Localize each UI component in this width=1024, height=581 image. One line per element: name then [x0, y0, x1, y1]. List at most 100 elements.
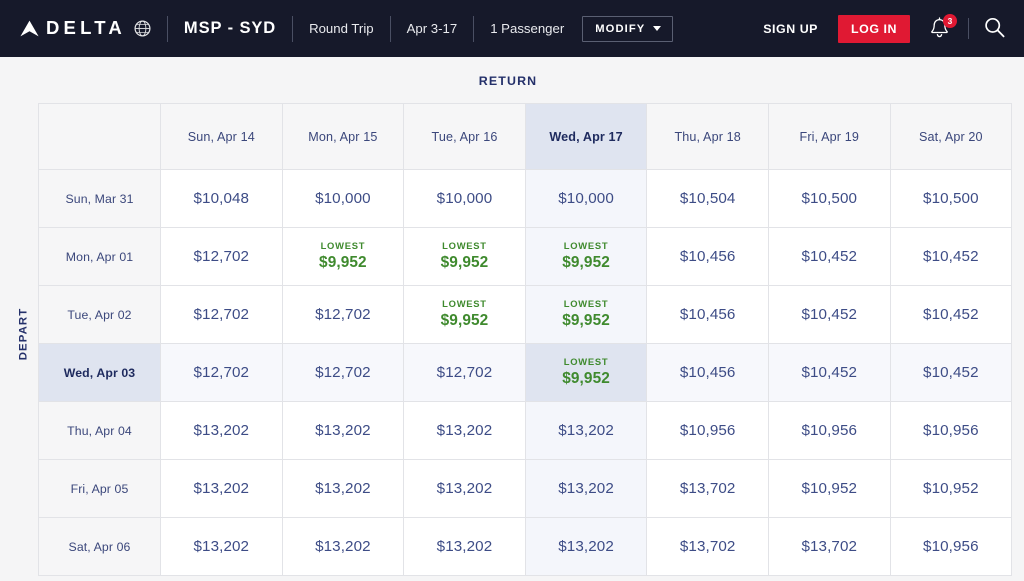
fare-cell[interactable]: LOWEST $9,952: [403, 285, 526, 344]
fare-cell[interactable]: $13,702: [646, 459, 769, 518]
fare-cell[interactable]: $13,202: [281, 401, 405, 460]
fare-price: $10,452: [801, 363, 858, 381]
fare-price: $12,702: [193, 305, 250, 323]
return-date-header-6[interactable]: Fri, Apr 19: [767, 103, 891, 170]
lowest-fare-tag: LOWEST: [442, 298, 487, 310]
fare-cell[interactable]: $10,456: [646, 285, 769, 344]
modify-search-button[interactable]: MODIFY: [582, 15, 674, 42]
fare-cell[interactable]: $12,702: [281, 343, 405, 402]
return-date-header-7[interactable]: Sat, Apr 20: [889, 103, 1013, 170]
notifications-button[interactable]: 3: [929, 14, 957, 40]
fare-price: $13,702: [679, 537, 736, 555]
passenger-count-label: 1 Passenger: [490, 21, 565, 36]
fare-price: $13,202: [315, 537, 371, 555]
fare-cell[interactable]: $10,452: [889, 285, 1013, 344]
fare-cell[interactable]: $13,202: [160, 401, 283, 460]
fare-row: Sat, Apr 06 $13,202 $13,202 $13,202 $13,202 $…: [38, 517, 1013, 576]
fare-price: $13,202: [193, 537, 250, 555]
fare-cell[interactable]: $10,456: [646, 227, 769, 286]
return-date-header-2[interactable]: Mon, Apr 15: [281, 103, 405, 170]
fare-cell[interactable]: $13,202: [524, 459, 648, 518]
depart-date-header-5[interactable]: Thu, Apr 04: [38, 401, 161, 460]
fare-price: $10,956: [679, 421, 736, 439]
fare-cell[interactable]: $13,202: [403, 401, 526, 460]
fare-cell[interactable]: $13,202: [281, 459, 405, 518]
fare-price: $9,952: [319, 253, 367, 271]
fare-cell[interactable]: $10,956: [889, 401, 1013, 460]
fare-cell[interactable]: LOWEST $9,952: [524, 285, 648, 344]
fare-cell[interactable]: $12,702: [160, 343, 283, 402]
search-button[interactable]: [983, 16, 1006, 42]
fare-price: $10,952: [923, 479, 979, 497]
delta-widget-triangle-icon: [20, 20, 39, 37]
depart-axis-label-text: DEPART: [17, 307, 29, 361]
return-date-header-4[interactable]: Wed, Apr 17: [524, 103, 648, 170]
fare-price: $10,452: [801, 305, 858, 323]
lowest-fare-tag: LOWEST: [442, 240, 487, 252]
fare-cell[interactable]: $13,202: [524, 517, 648, 576]
fare-price: $10,500: [923, 189, 979, 207]
fare-price: $10,000: [436, 189, 493, 207]
fare-cell[interactable]: $10,500: [767, 169, 891, 228]
fare-cell[interactable]: $12,702: [160, 227, 283, 286]
delta-logo[interactable]: DELTA: [20, 19, 151, 38]
fare-cell[interactable]: $10,452: [767, 227, 891, 286]
fare-cell[interactable]: $13,202: [160, 459, 283, 518]
depart-date-header-3[interactable]: Tue, Apr 02: [38, 285, 161, 344]
depart-date-header-6[interactable]: Fri, Apr 05: [38, 459, 161, 518]
fare-cell[interactable]: $10,456: [646, 343, 769, 402]
fare-price: $10,048: [193, 189, 250, 207]
fare-cell[interactable]: $10,956: [646, 401, 769, 460]
fare-cell[interactable]: $10,452: [889, 343, 1013, 402]
log-in-button[interactable]: LOG IN: [838, 14, 910, 43]
fare-price: $13,702: [801, 537, 858, 555]
fare-cell[interactable]: $10,048: [160, 169, 283, 228]
fare-price: $9,952: [562, 369, 610, 387]
return-date-header-1[interactable]: Sun, Apr 14: [160, 103, 283, 170]
fare-cell[interactable]: $10,452: [767, 285, 891, 344]
depart-date-header-2[interactable]: Mon, Apr 01: [38, 227, 161, 286]
return-date-header-3[interactable]: Tue, Apr 16: [403, 103, 526, 170]
table-body: Sun, Mar 31 $10,048 $10,000 $10,000 $10,000 $…: [38, 169, 1013, 576]
fare-cell[interactable]: $13,702: [646, 517, 769, 576]
depart-date-header-4[interactable]: Wed, Apr 03: [38, 343, 161, 402]
date-range-label: Apr 3-17: [406, 21, 458, 36]
fare-cell[interactable]: $10,000: [403, 169, 526, 228]
fare-cell[interactable]: $12,702: [281, 285, 405, 344]
fare-cell[interactable]: LOWEST $9,952: [281, 227, 405, 286]
lowest-fare-tag: LOWEST: [563, 240, 609, 252]
fare-cell[interactable]: $10,956: [889, 517, 1013, 576]
depart-date-header-1[interactable]: Sun, Mar 31: [38, 169, 161, 228]
fare-grid-area: DEPART Sun, Apr 14 Mon, Apr 15 Tue, Apr 16…: [0, 103, 1024, 576]
fare-cell[interactable]: $10,500: [889, 169, 1013, 228]
depart-date-header-7[interactable]: Sat, Apr 06: [38, 517, 161, 576]
fare-cell[interactable]: $13,202: [524, 401, 648, 460]
fare-cell[interactable]: $13,202: [403, 517, 526, 576]
fare-cell[interactable]: $10,000: [524, 169, 648, 228]
fare-cell[interactable]: $13,702: [767, 517, 891, 576]
fare-cell[interactable]: $10,952: [767, 459, 891, 518]
fare-price: $10,000: [558, 189, 614, 207]
sign-up-link[interactable]: SIGN UP: [763, 22, 818, 36]
return-date-header-5[interactable]: Thu, Apr 18: [646, 103, 769, 170]
lowest-fare-tag: LOWEST: [563, 298, 609, 310]
fare-cell[interactable]: $12,702: [403, 343, 526, 402]
fare-cell[interactable]: LOWEST $9,952: [524, 227, 648, 286]
fare-price: $9,952: [440, 311, 489, 329]
fare-price: $13,202: [436, 421, 493, 439]
fare-price: $9,952: [562, 311, 610, 329]
fare-cell[interactable]: $13,202: [403, 459, 526, 518]
fare-price: $12,702: [315, 305, 371, 323]
fare-cell[interactable]: $10,452: [889, 227, 1013, 286]
fare-cell[interactable]: LOWEST $9,952: [403, 227, 526, 286]
fare-cell[interactable]: $10,452: [767, 343, 891, 402]
fare-cell[interactable]: LOWEST $9,952: [524, 343, 648, 402]
fare-price: $12,702: [315, 363, 371, 381]
fare-cell[interactable]: $13,202: [160, 517, 283, 576]
fare-cell[interactable]: $10,956: [767, 401, 891, 460]
fare-cell[interactable]: $10,000: [281, 169, 405, 228]
fare-cell[interactable]: $13,202: [281, 517, 405, 576]
fare-cell[interactable]: $10,952: [889, 459, 1013, 518]
fare-cell[interactable]: $12,702: [160, 285, 283, 344]
fare-cell[interactable]: $10,504: [646, 169, 769, 228]
